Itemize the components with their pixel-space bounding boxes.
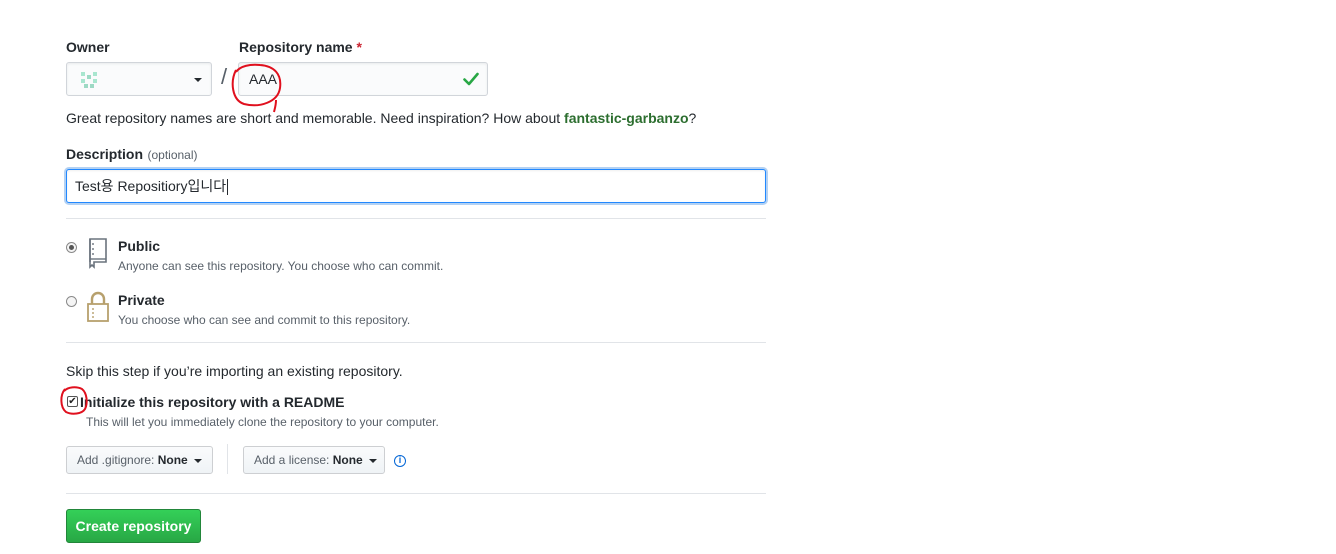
vertical-divider bbox=[227, 444, 228, 474]
private-note: You choose who can see and commit to thi… bbox=[118, 313, 411, 327]
repo-name-label-text: Repository name bbox=[239, 39, 353, 55]
divider bbox=[66, 218, 766, 219]
owner-label: Owner bbox=[66, 39, 110, 55]
private-radio[interactable] bbox=[66, 296, 77, 307]
owner-identicon bbox=[80, 71, 98, 89]
description-label: Description (optional) bbox=[66, 146, 198, 164]
create-repository-button[interactable]: Create repository bbox=[66, 509, 201, 543]
annotation-circle-repo-name bbox=[231, 63, 282, 113]
text-cursor bbox=[227, 179, 229, 196]
private-title: Private bbox=[118, 292, 165, 308]
lock-icon bbox=[87, 291, 109, 322]
license-dropdown[interactable]: Add a license: None bbox=[243, 446, 385, 474]
caret-down-icon bbox=[194, 458, 203, 463]
required-mark: * bbox=[356, 39, 362, 55]
repo-book-icon bbox=[89, 238, 107, 269]
divider bbox=[66, 342, 766, 343]
caret-down-icon bbox=[369, 458, 378, 463]
owner-select[interactable] bbox=[66, 62, 212, 96]
suggested-name-link[interactable]: fantastic-garbanzo bbox=[564, 110, 688, 126]
public-note: Anyone can see this repository. You choo… bbox=[118, 259, 444, 273]
readme-title: Initialize this repository with a README bbox=[80, 394, 345, 410]
repo-name-label: Repository name * bbox=[239, 39, 362, 55]
repo-name-hint: Great repository names are short and mem… bbox=[66, 110, 696, 126]
license-prefix: Add a license: bbox=[254, 453, 333, 467]
license-value: None bbox=[332, 453, 363, 467]
hint-prefix: Great repository names are short and mem… bbox=[66, 110, 565, 126]
description-value: Test용 Repositiory입니다 bbox=[75, 178, 227, 194]
check-icon bbox=[463, 72, 479, 86]
hint-suffix: ? bbox=[688, 110, 697, 126]
optional-note: (optional) bbox=[147, 148, 198, 162]
public-radio[interactable] bbox=[66, 242, 77, 253]
annotation-circle-readme bbox=[60, 386, 88, 415]
info-icon[interactable]: i bbox=[394, 455, 406, 467]
description-label-text: Description bbox=[66, 146, 144, 162]
skip-note: Skip this step if you’re importing an ex… bbox=[66, 363, 403, 379]
readme-note: This will let you immediately clone the … bbox=[86, 415, 439, 429]
public-title: Public bbox=[118, 238, 161, 254]
gitignore-dropdown[interactable]: Add .gitignore: None bbox=[66, 446, 213, 474]
gitignore-value: None bbox=[157, 453, 188, 467]
description-input[interactable]: Test용 Repositiory입니다 bbox=[66, 169, 766, 203]
caret-down-icon bbox=[194, 78, 202, 82]
divider bbox=[66, 493, 766, 494]
gitignore-prefix: Add .gitignore: bbox=[77, 453, 158, 467]
